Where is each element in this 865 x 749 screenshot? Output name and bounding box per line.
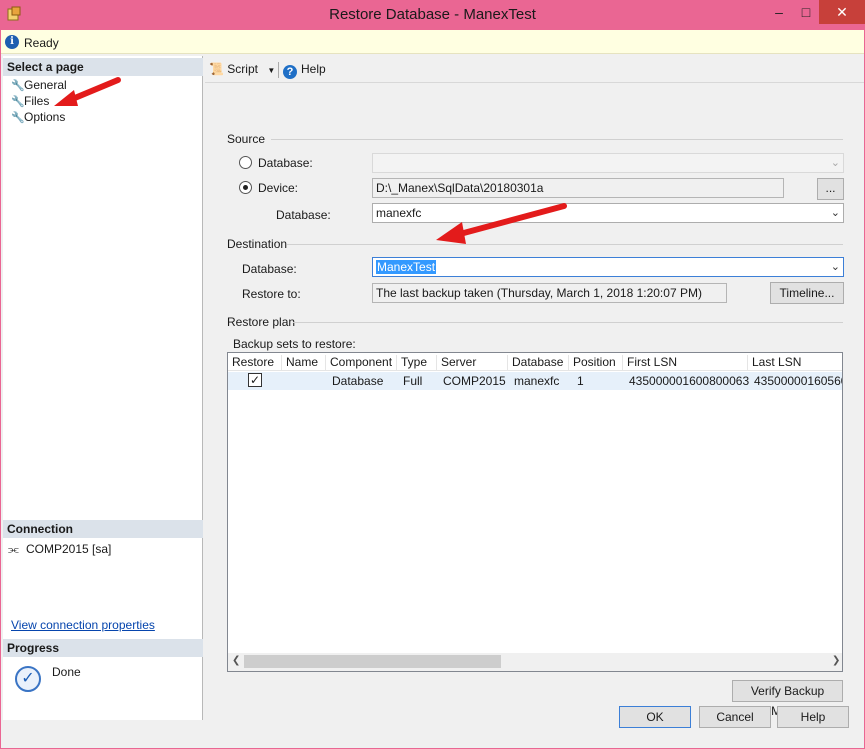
cell-database: manexfc — [514, 374, 560, 388]
device-radio-label: Device: — [258, 181, 299, 195]
verify-backup-media-button[interactable]: Verify Backup Media — [732, 680, 843, 718]
page-item-label: Files — [24, 94, 50, 108]
grid-header: Restore Name Component Type Server Datab… — [228, 353, 842, 371]
title-bar: Restore Database - ManexTest – □ ✕ — [0, 0, 865, 30]
table-row[interactable]: ✓ Database Full COMP2015 manexfc 1 43500… — [228, 372, 842, 390]
restore-to-field: The last backup taken (Thursday, March 1… — [372, 283, 727, 303]
view-connection-properties-link[interactable]: View connection properties — [11, 618, 155, 632]
help-button[interactable]: ? Help — [283, 62, 326, 79]
progress-header: Progress — [3, 639, 203, 657]
status-bar: i Ready — [1, 30, 864, 54]
restore-plan-group-label: Restore plan — [227, 315, 296, 329]
connection-text: COMP2015 [sa] — [26, 542, 112, 556]
cell-type: Full — [403, 374, 423, 388]
source-database-dropdown[interactable]: manexfc ⌄ — [372, 203, 844, 223]
restore-checkbox[interactable]: ✓ — [248, 373, 262, 387]
page-item-label: Options — [24, 110, 66, 124]
backup-sets-label: Backup sets to restore: — [233, 337, 356, 351]
chevron-down-icon: ⌄ — [830, 261, 840, 273]
destination-group-label: Destination — [227, 237, 288, 251]
column-header-name[interactable]: Name — [282, 355, 326, 371]
column-header-type[interactable]: Type — [397, 355, 437, 371]
database-radio[interactable] — [239, 156, 252, 169]
wrench-icon: 🔧 — [11, 112, 25, 124]
window-title: Restore Database - ManexTest — [329, 6, 536, 23]
left-pane: Select a page 🔧General 🔧Files 🔧Options C… — [3, 56, 203, 720]
timeline-button[interactable]: Timeline... — [770, 282, 844, 304]
script-button[interactable]: 📜 Script ▼ — [209, 62, 275, 76]
scroll-right-icon[interactable]: ❯ — [832, 655, 840, 666]
column-header-database[interactable]: Database — [508, 355, 569, 371]
chevron-down-icon: ⌄ — [830, 207, 840, 219]
database-radio-label: Database: — [258, 156, 313, 170]
source-database-label: Database: — [276, 208, 331, 222]
backup-sets-grid: Restore Name Component Type Server Datab… — [227, 352, 843, 672]
chevron-down-icon: ▼ — [267, 66, 276, 75]
column-header-last-lsn[interactable]: Last LSN — [748, 355, 842, 371]
restore-plan-divider — [293, 322, 843, 323]
chevron-down-icon: ⌄ — [830, 157, 840, 169]
destination-database-dropdown[interactable]: ManexTest ⌄ — [372, 257, 844, 277]
page-item-options[interactable]: 🔧Options — [11, 110, 65, 126]
column-header-server[interactable]: Server — [437, 355, 508, 371]
dialog-frame: i Ready Select a page 🔧General 🔧Files 🔧O… — [1, 30, 864, 748]
toolbar: 📜 Script ▼ ? Help — [205, 56, 864, 83]
wrench-icon: 🔧 — [11, 80, 25, 92]
destination-database-label: Database: — [242, 262, 297, 276]
connection-icon: ⫘ — [8, 542, 19, 556]
close-button[interactable]: ✕ — [819, 0, 865, 24]
source-group-label: Source — [227, 132, 266, 146]
wrench-icon: 🔧 — [11, 96, 25, 108]
info-icon: i — [5, 35, 19, 49]
select-page-header: Select a page — [3, 58, 203, 76]
ok-button[interactable]: OK — [619, 706, 691, 728]
column-header-position[interactable]: Position — [569, 355, 623, 371]
cell-server: COMP2015 — [443, 374, 506, 388]
progress-status: Done — [52, 665, 81, 679]
horizontal-scrollbar[interactable]: ❮ ❯ — [228, 653, 842, 671]
cell-last-lsn: 435000001605600001 — [754, 374, 842, 388]
checkmark-icon: ✓ — [15, 666, 41, 692]
cell-first-lsn: 435000001600800063 — [629, 374, 750, 388]
cancel-button[interactable]: Cancel — [699, 706, 771, 728]
status-text: Ready — [24, 36, 59, 50]
maximize-button[interactable]: □ — [793, 0, 819, 24]
source-database-select[interactable]: ⌄ — [372, 153, 844, 173]
page-item-label: General — [24, 78, 67, 92]
column-header-restore[interactable]: Restore — [228, 355, 282, 371]
scroll-left-icon[interactable]: ❮ — [232, 655, 240, 666]
column-header-component[interactable]: Component — [326, 355, 397, 371]
column-header-first-lsn[interactable]: First LSN — [623, 355, 748, 371]
cell-position: 1 — [577, 374, 584, 388]
browse-button[interactable]: ... — [817, 178, 844, 200]
source-database-value: manexfc — [376, 206, 422, 220]
page-item-files[interactable]: 🔧Files — [11, 94, 49, 110]
minimize-button[interactable]: – — [765, 0, 793, 24]
help-icon: ? — [283, 65, 297, 79]
destination-divider — [287, 244, 843, 245]
dialog-buttons: OK Cancel Help — [1, 706, 864, 748]
destination-database-value: ManexTest — [376, 260, 437, 274]
script-label: Script — [227, 62, 258, 76]
device-path-field[interactable]: D:\_Manex\SqlData\20180301a — [372, 178, 784, 198]
connection-header: Connection — [3, 520, 203, 538]
help-dialog-button[interactable]: Help — [777, 706, 849, 728]
right-pane: 📜 Script ▼ ? Help Source Database: ⌄ Devi… — [205, 56, 864, 720]
device-radio[interactable] — [239, 181, 252, 194]
restore-to-label: Restore to: — [242, 287, 301, 301]
script-icon: 📜 — [209, 62, 224, 76]
toolbar-separator — [278, 62, 279, 78]
scrollbar-thumb[interactable] — [244, 655, 501, 668]
help-label: Help — [301, 62, 326, 76]
connection-info: ⫘ COMP2015 [sa] — [8, 542, 111, 557]
cell-component: Database — [332, 374, 384, 388]
page-item-general[interactable]: 🔧General — [11, 78, 67, 94]
source-divider — [271, 139, 843, 140]
